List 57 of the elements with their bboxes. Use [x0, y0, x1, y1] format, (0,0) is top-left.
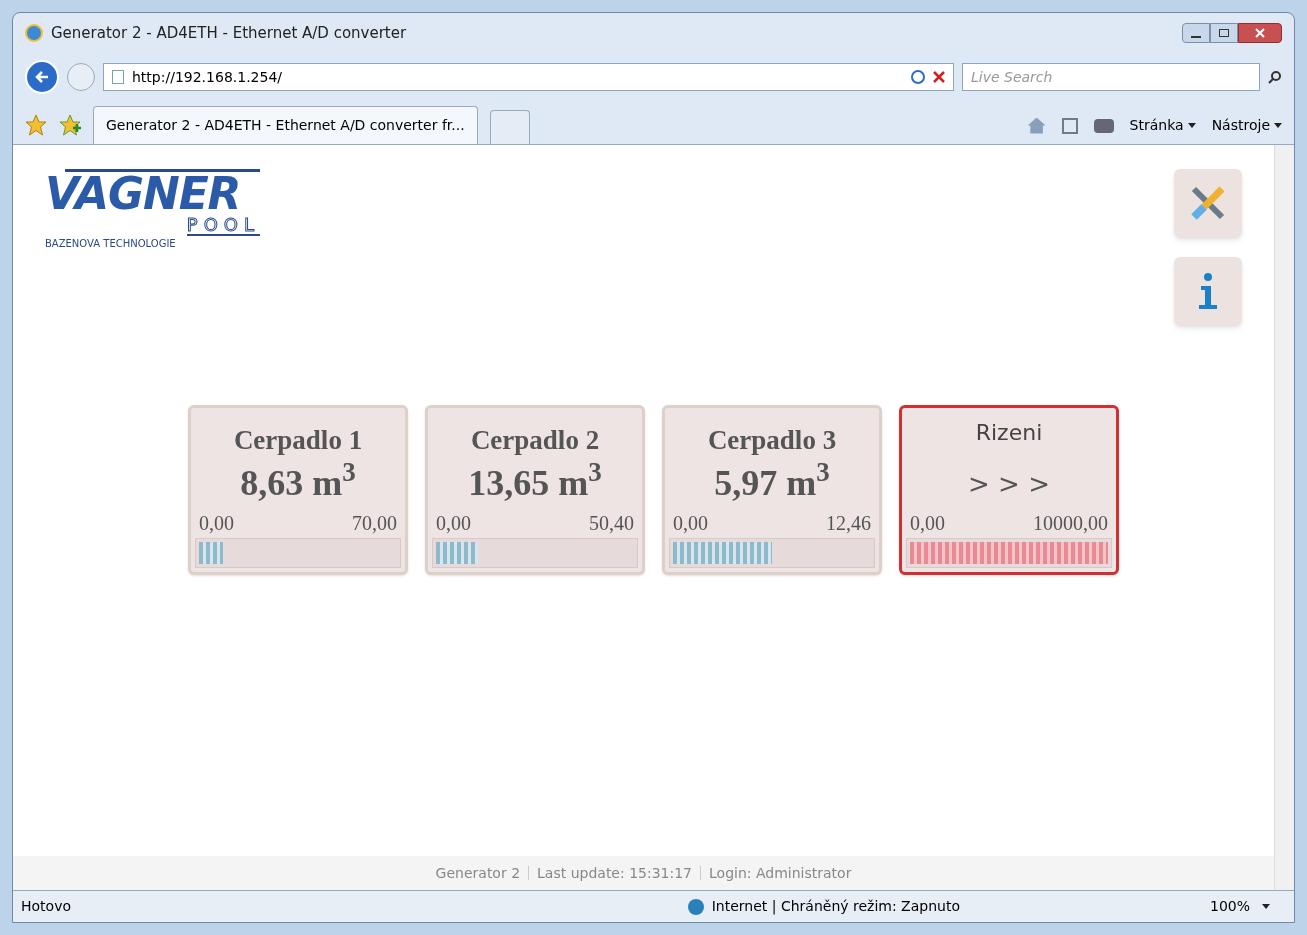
settings-button[interactable] — [1174, 169, 1242, 237]
logo-title: VAGNER — [45, 172, 241, 216]
gauge-min: 0,00 — [910, 511, 945, 536]
gauge-min: 0,00 — [673, 511, 708, 536]
back-button[interactable] — [25, 60, 59, 94]
info-button[interactable] — [1174, 257, 1242, 325]
zoom-button[interactable]: 100% — [1209, 896, 1270, 917]
scrollbar[interactable] — [1274, 145, 1294, 890]
browser-tab[interactable]: Generator 2 - AD4ETH - Ethernet A/D converter fr... — [93, 106, 478, 144]
status-text: Hotovo — [21, 897, 71, 916]
gauge-max: 50,40 — [589, 511, 634, 536]
caret-icon — [1187, 123, 1196, 128]
close-icon — [1255, 28, 1265, 38]
maximize-button[interactable] — [1210, 23, 1238, 43]
search-icon[interactable] — [1268, 70, 1282, 84]
logo-subtitle: POOL — [186, 216, 260, 236]
gauge-title: Rizeni — [974, 419, 1044, 447]
forward-button[interactable] — [67, 63, 95, 91]
url-text: http://192.168.1.254/ — [132, 67, 283, 87]
favorites-star-icon[interactable] — [25, 114, 47, 136]
footer-text: Generator 2 — [435, 863, 521, 883]
caret-icon — [1262, 904, 1270, 909]
back-arrow-icon — [34, 69, 50, 85]
new-tab-button[interactable] — [489, 110, 530, 144]
caret-icon — [1274, 123, 1282, 128]
gauge-title: Cerpadlo 2 — [469, 424, 601, 457]
gauge-card[interactable]: Cerpadlo 1 8,63 m$^{3}$ 0,00 70,00 — [188, 405, 408, 575]
window-title: Generator 2 - AD4ETH - Ethernet A/D converter — [51, 22, 407, 44]
footer-text: Login: Administrator — [709, 863, 852, 883]
address-field[interactable]: http://192.168.1.254/ — [103, 63, 954, 91]
gauge-max: 12,46 — [826, 511, 871, 536]
home-icon[interactable] — [1027, 117, 1046, 134]
security-zone-text: Internet | Chráněný režim: Zapnuto — [711, 897, 960, 917]
tools-menu[interactable]: Nástroje — [1211, 115, 1282, 136]
gauge-card[interactable]: Rizeni > > > 0,00 10000,00 — [899, 405, 1119, 575]
gauge-title: Cerpadlo 1 — [232, 424, 364, 457]
gauge-card[interactable]: Cerpadlo 2 13,65 m$^{3}$ 0,00 50,40 — [425, 405, 645, 575]
gauge-min: 0,00 — [436, 511, 471, 536]
page-icon — [112, 70, 124, 84]
gauge-value: 13,65 m$^{3}$ — [467, 460, 603, 505]
search-field[interactable]: Live Search — [962, 63, 1260, 91]
add-favorite-icon[interactable] — [59, 114, 81, 136]
footer-text: Last update: 15:31:17 — [537, 863, 693, 883]
gauge-max: 10000,00 — [1033, 511, 1108, 536]
minimize-button[interactable] — [1182, 23, 1210, 43]
logo-tagline: BAZENOVA TECHNOLOGIE — [45, 237, 177, 251]
page-menu[interactable]: Stránka — [1129, 115, 1196, 136]
gauge-value: 8,63 m$^{3}$ — [239, 460, 357, 505]
browser-icon — [25, 24, 43, 42]
gauge-min: 0,00 — [199, 511, 234, 536]
close-button[interactable] — [1238, 23, 1282, 43]
gauge-max: 70,00 — [352, 511, 397, 536]
gauge-value: 5,97 m$^{3}$ — [713, 460, 831, 505]
gauge-title: Cerpadlo 3 — [706, 424, 838, 457]
gauge-value: > > > — [967, 469, 1051, 499]
stop-icon[interactable] — [933, 71, 945, 83]
gauge-card[interactable]: Cerpadlo 3 5,97 m$^{3}$ 0,00 12,46 — [662, 405, 882, 575]
